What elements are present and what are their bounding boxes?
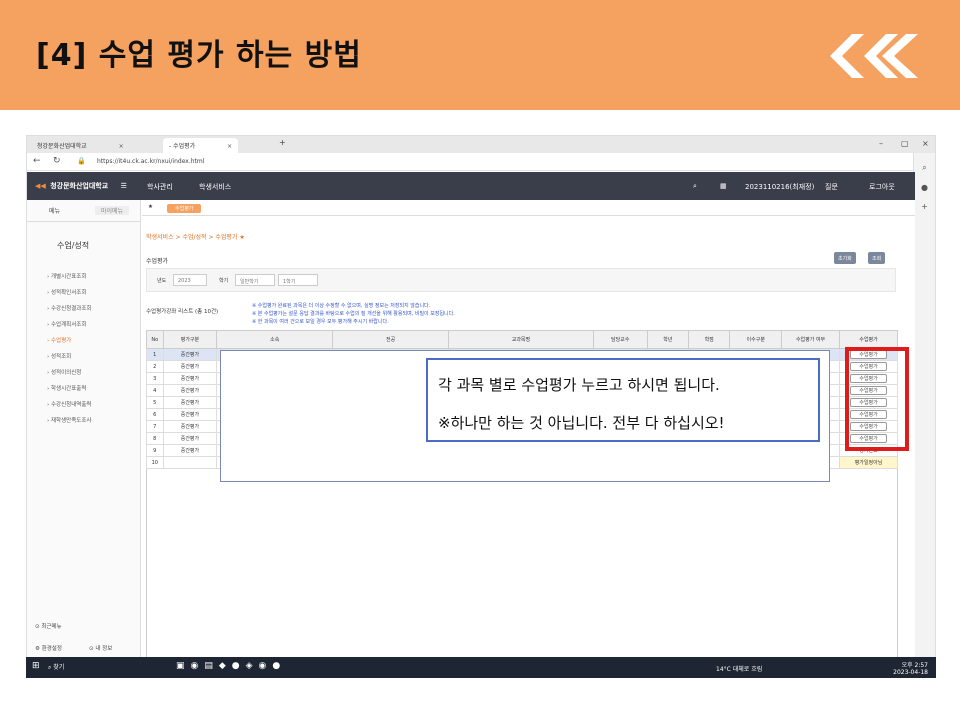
tab-label: - 수업평가 bbox=[169, 143, 196, 150]
hamburger-icon[interactable]: ☰ bbox=[121, 182, 127, 190]
lock-icon: 🔒 bbox=[77, 157, 86, 165]
site-logo[interactable]: ◀◀ 청강문화산업대학교 ☰ bbox=[35, 181, 127, 191]
slide-title: [4] 수업 평가 하는 방법 bbox=[36, 38, 362, 73]
year-label: 년도 bbox=[157, 278, 167, 284]
url-input[interactable]: https://it4u.ck.ac.kr/nxui/index.html bbox=[97, 158, 204, 165]
new-tab-button[interactable]: + bbox=[279, 138, 286, 147]
close-icon[interactable]: × bbox=[227, 143, 232, 150]
year-select[interactable]: 2023 bbox=[173, 274, 207, 286]
minimize-button[interactable]: – bbox=[879, 139, 883, 148]
filter-bar: 년도 2023 학기 일반학기 1학기 bbox=[146, 268, 896, 292]
browser-tabbar: 청강문화산업대학교 × - 수업평가 × + – ▢ × bbox=[27, 136, 935, 153]
slide-header: [4] 수업 평가 하는 방법 bbox=[0, 0, 960, 110]
sidebar-item[interactable]: › 수업계획서조회 bbox=[47, 320, 91, 336]
settings-link[interactable]: ⚙ 환경설정 bbox=[35, 644, 62, 652]
page-title: 수업평가 bbox=[146, 258, 169, 265]
sidebar-item[interactable]: › 재학생만족도조사 bbox=[47, 416, 91, 432]
annotation-textbox: 각 과목 별로 수업평가 누르고 하시면 됩니다. ※하나만 하는 것 아닙니다… bbox=[426, 358, 820, 442]
tab-course-eval[interactable]: 수업평가 bbox=[167, 204, 202, 213]
favorites-icon[interactable]: ● bbox=[914, 183, 935, 192]
list-title: 수업평가강좌 리스트 (총 10건) bbox=[146, 309, 219, 315]
browser-tab-2[interactable]: - 수업평가 × bbox=[163, 138, 239, 153]
notice-text: ※ 수업평가 완료된 과목은 더 이상 수정할 수 없으며, 실명 정보는 저장… bbox=[252, 303, 455, 325]
col-type: 평가구분 bbox=[162, 330, 218, 349]
windows-taskbar: ⊞ ⌕ 찾기 ▣◉▤◆●◈◉● 14°C 대체로 흐림 오후 2:57 2023… bbox=[26, 657, 936, 678]
close-icon[interactable]: × bbox=[119, 143, 124, 150]
col-dept: 소속 bbox=[216, 330, 334, 349]
taskbar-clock[interactable]: 오후 2:57 2023-04-18 bbox=[893, 660, 928, 676]
address-bar: ← ↻ 🔒 https://it4u.ck.ac.kr/nxui/index.h… bbox=[27, 153, 935, 171]
sidebar-section-title: 수업/성적 bbox=[57, 241, 90, 250]
back-icon[interactable]: ← bbox=[33, 156, 41, 166]
sidebar-item[interactable]: › 학생시간표출력 bbox=[47, 384, 91, 400]
browser-tab-1[interactable]: 청강문화산업대학교 × bbox=[31, 138, 130, 153]
taskbar-apps[interactable]: ▣◉▤◆●◈◉● bbox=[176, 661, 286, 671]
term-type-select[interactable]: 일반학기 bbox=[235, 274, 275, 286]
my-info-link[interactable]: ⊙ 내 정보 bbox=[89, 644, 112, 652]
term-select[interactable]: 1학기 bbox=[278, 274, 318, 286]
browser-edge-sidebar: ⌕ ● + bbox=[913, 153, 935, 677]
tab-label: 청강문화산업대학교 bbox=[37, 143, 87, 150]
col-course: 교과목명 bbox=[448, 330, 594, 349]
grid-icon[interactable]: ▦ bbox=[720, 182, 727, 190]
content-tabstrip: ★ 수업평가 bbox=[142, 200, 915, 216]
search-icon[interactable]: ⌕ bbox=[914, 163, 935, 173]
refresh-icon[interactable]: ↻ bbox=[53, 156, 61, 166]
taskbar-search[interactable]: ⌕ 찾기 bbox=[48, 662, 64, 672]
sidebar-item[interactable]: › 성적확인서조회 bbox=[47, 288, 91, 304]
term-label: 학기 bbox=[219, 278, 229, 284]
sidebar-tabs: 메뉴 마이메뉴 bbox=[27, 200, 140, 222]
recent-menu[interactable]: ⊙ 최근메뉴 bbox=[35, 622, 62, 630]
col-major: 전공 bbox=[332, 330, 450, 349]
col-prof: 담당교수 bbox=[592, 330, 648, 349]
col-credit: 학점 bbox=[687, 330, 731, 349]
col-category: 이수구분 bbox=[729, 330, 783, 349]
sidebar-menu: › 개별시간표조회 › 성적확인서조회 › 수강신청결과조회 › 수업계획서조회… bbox=[47, 272, 91, 432]
site-header: ◀◀ 청강문화산업대학교 ☰ 학사관리 학생서비스 ⌕ ▦ 2023110216… bbox=[27, 172, 915, 200]
maximize-button[interactable]: ▢ bbox=[901, 139, 909, 148]
table-header-row: No 평가구분 소속 전공 교과목명 담당교수 학년 학점 이수구분 수업평가 … bbox=[146, 330, 898, 349]
annotation-line-2: ※하나만 하는 것 아닙니다. 전부 다 하십시오! bbox=[438, 414, 725, 432]
search-icon[interactable]: ⌕ bbox=[693, 182, 697, 191]
menu-academic[interactable]: 학사관리 bbox=[147, 182, 173, 192]
highlight-box bbox=[845, 347, 909, 451]
menu-student-service[interactable]: 학생서비스 bbox=[199, 182, 231, 192]
eval-not-scheduled-label: 평가일정아님 bbox=[854, 460, 883, 466]
ck-logo-icon bbox=[830, 34, 918, 78]
add-icon[interactable]: + bbox=[914, 202, 935, 211]
logout-link[interactable]: 로그아웃 bbox=[869, 182, 895, 192]
sidebar-item[interactable]: › 수강신청내역출력 bbox=[47, 400, 91, 416]
user-name: 2023110216(최재정) bbox=[745, 183, 815, 191]
annotation-line-1: 각 과목 별로 수업평가 누르고 하시면 됩니다. bbox=[438, 376, 720, 394]
sidebar-item[interactable]: › 성적이의신청 bbox=[47, 368, 91, 384]
home-icon[interactable]: ★ bbox=[148, 204, 153, 210]
search-button[interactable]: 조회 bbox=[868, 252, 886, 264]
col-no: No bbox=[146, 330, 164, 349]
sidebar-item[interactable]: › 수강신청결과조회 bbox=[47, 304, 91, 320]
faq-link[interactable]: 질문 bbox=[825, 182, 838, 192]
tab-menu[interactable]: 메뉴 bbox=[49, 206, 60, 215]
col-year: 학년 bbox=[646, 330, 689, 349]
sidebar-item[interactable]: › 성적조회 bbox=[47, 352, 91, 368]
weather-status[interactable]: 14°C 대체로 흐림 bbox=[716, 664, 762, 673]
left-sidebar: 메뉴 마이메뉴 수업/성적 › 개별시간표조회 › 성적확인서조회 › 수강신청… bbox=[27, 200, 141, 677]
col-eval-status: 수업평가 여부 bbox=[781, 330, 840, 349]
reset-button[interactable]: 초기화 bbox=[834, 252, 856, 264]
windows-start-icon[interactable]: ⊞ bbox=[32, 661, 40, 671]
sidebar-item[interactable]: › 개별시간표조회 bbox=[47, 272, 91, 288]
close-window-button[interactable]: × bbox=[922, 139, 929, 148]
breadcrumb: 학생서비스 > 수업/성적 > 수업평가 ★ bbox=[146, 234, 245, 241]
tab-mymenu[interactable]: 마이메뉴 bbox=[95, 206, 130, 215]
logo-mark-icon: ◀◀ bbox=[35, 182, 46, 190]
col-eval-action: 수업평가 bbox=[839, 330, 898, 349]
sidebar-item-active[interactable]: › 수업평가 bbox=[47, 336, 91, 352]
